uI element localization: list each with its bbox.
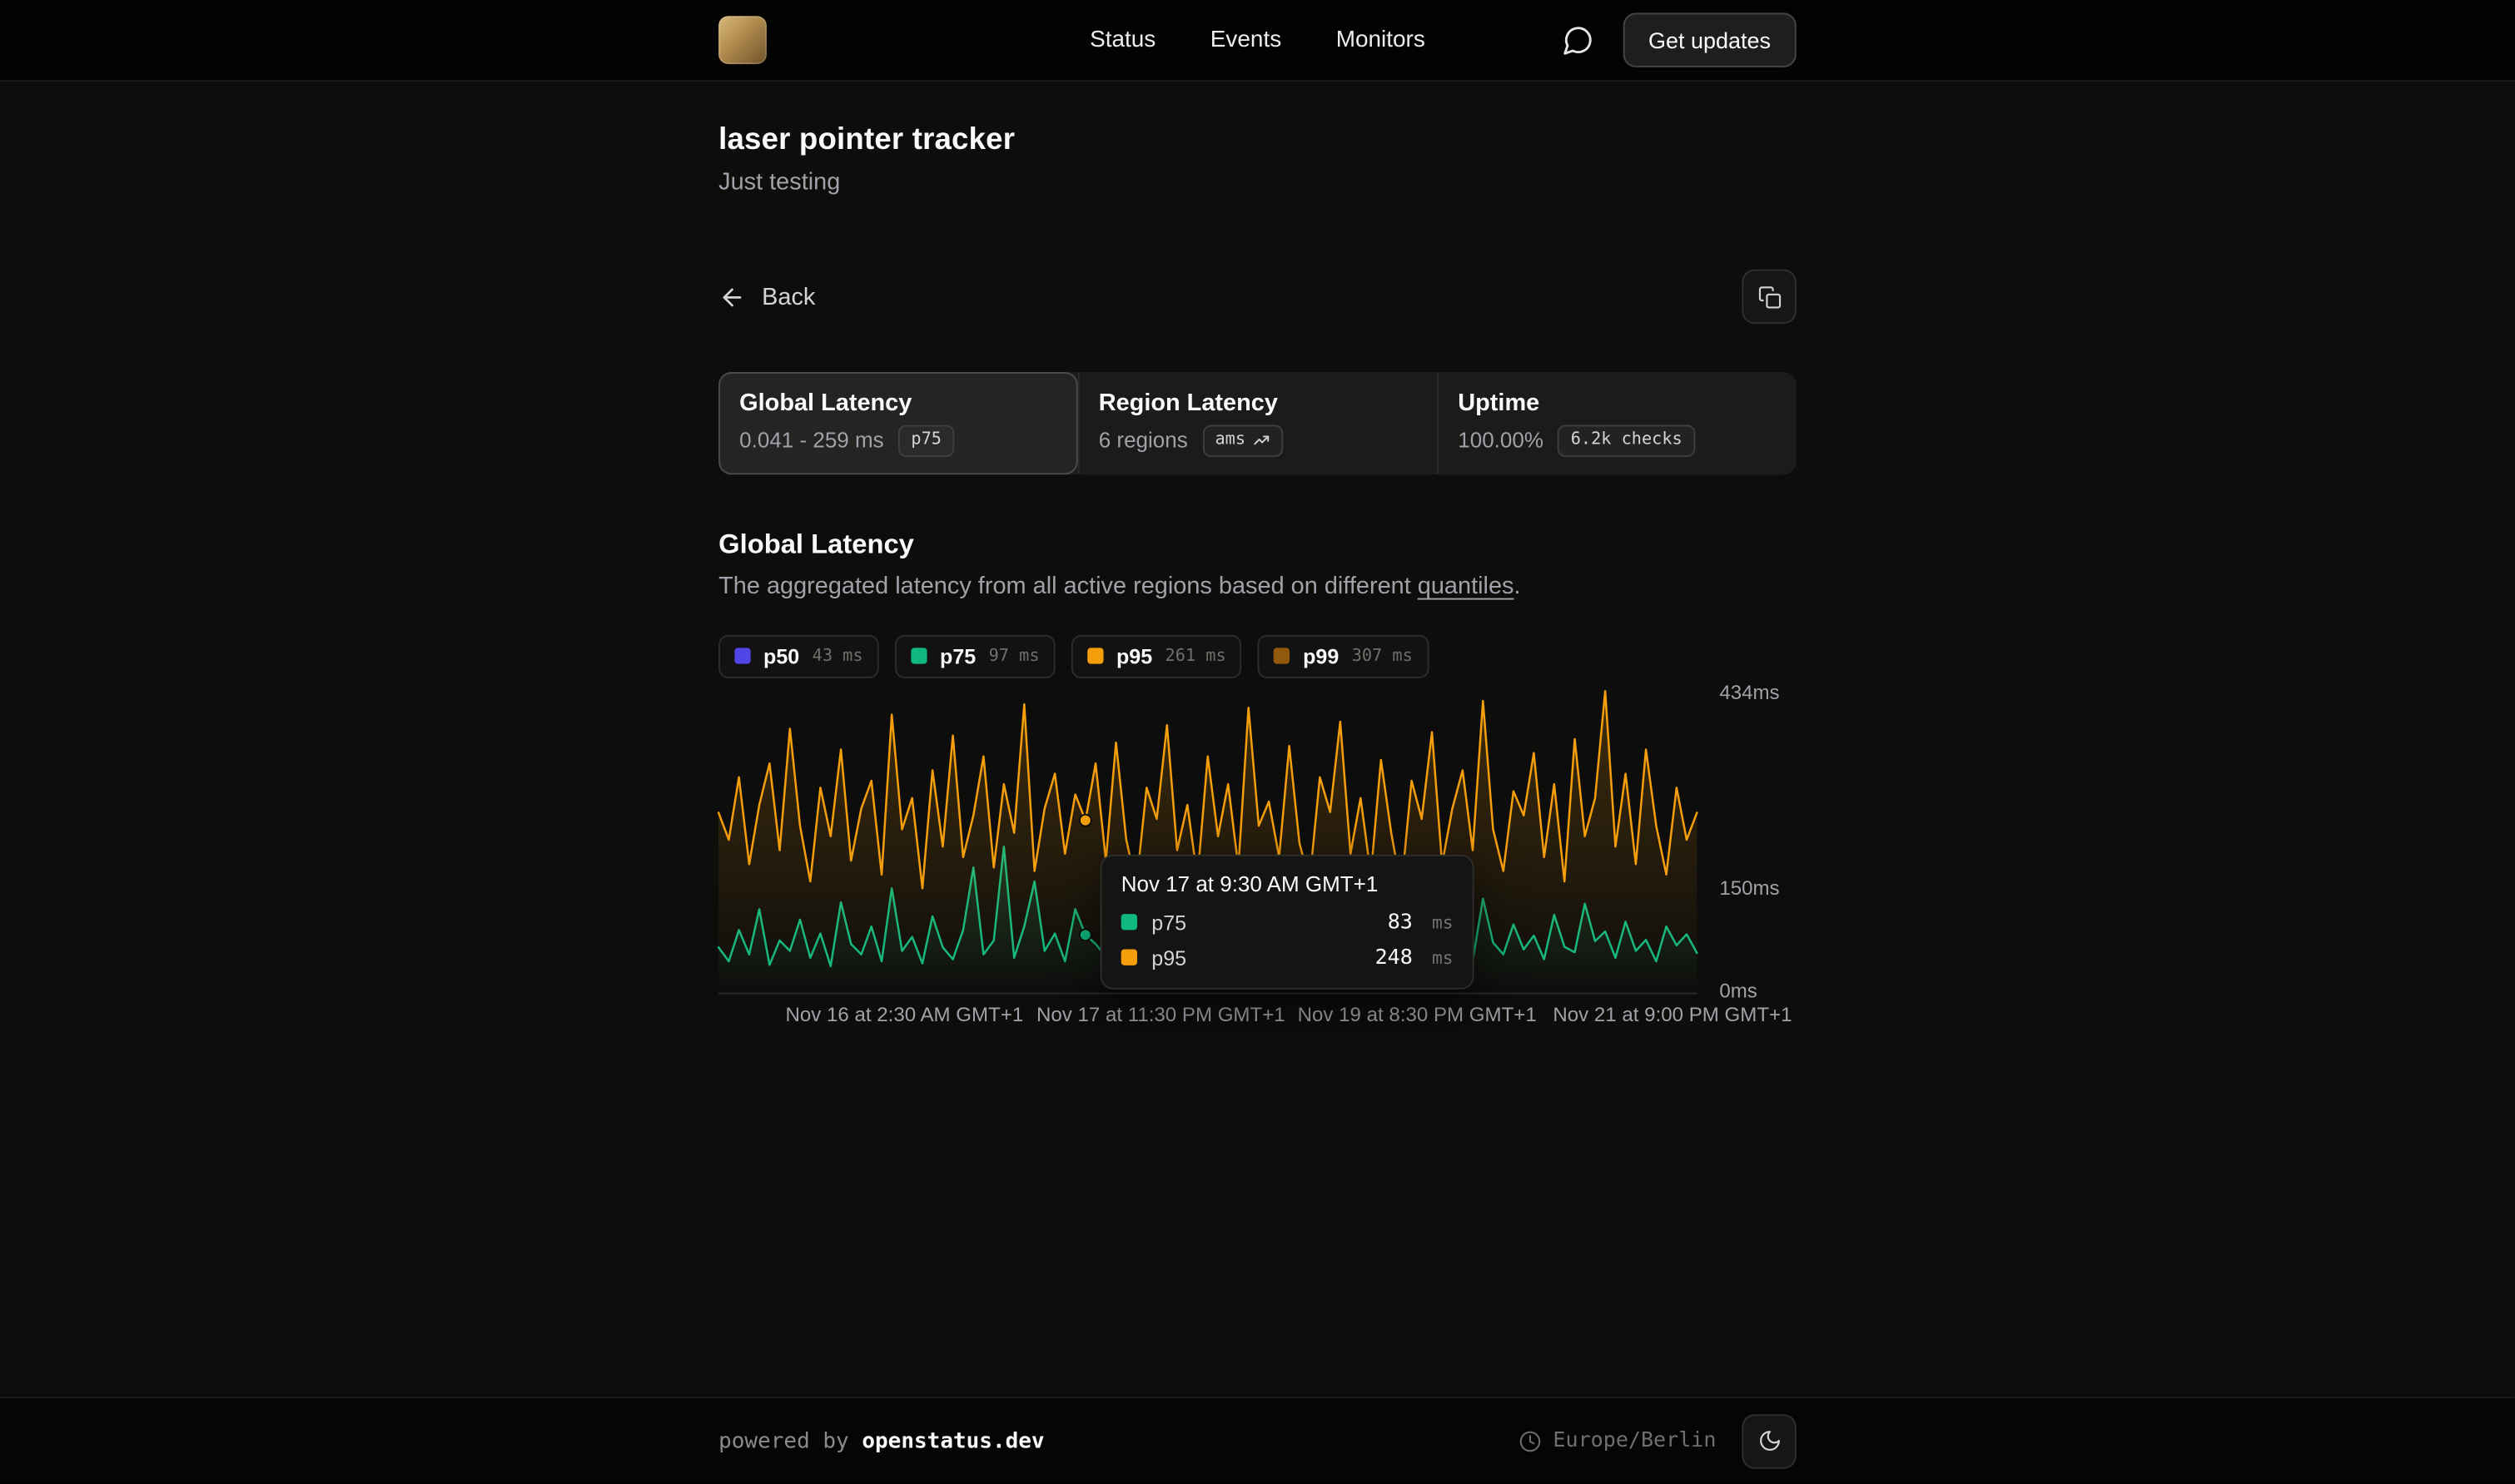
tab-title: Uptime	[1458, 390, 1775, 417]
x-tick: Nov 16 at 2:30 AM GMT+1	[785, 1003, 1023, 1025]
chat-bubble-icon	[1562, 24, 1594, 57]
nav-link-events[interactable]: Events	[1210, 27, 1281, 53]
section-title: Global Latency	[718, 529, 1797, 561]
nav-links: Status Events Monitors	[1090, 27, 1425, 53]
back-label: Back	[762, 283, 815, 310]
page: Status Events Monitors Get updates laser…	[0, 0, 2515, 1483]
tab-global-latency[interactable]: Global Latency 0.041 - 259 ms p75	[718, 372, 1078, 474]
metric-tabs: Global Latency 0.041 - 259 ms p75 Region…	[718, 372, 1797, 474]
copy-icon	[1757, 285, 1782, 309]
legend-chip-p95[interactable]: p95 261 ms	[1071, 634, 1242, 677]
get-updates-button[interactable]: Get updates	[1623, 12, 1797, 67]
p75-swatch	[1121, 914, 1137, 930]
x-axis: Nov 16 at 2:30 AM GMT+1 Nov 17 at 11:30 P…	[718, 1003, 1697, 1032]
section-description: The aggregated latency from all active r…	[718, 572, 1797, 599]
top-nav: Status Events Monitors Get updates	[0, 0, 2515, 82]
copy-button[interactable]	[1742, 270, 1797, 325]
openstatus-link[interactable]: openstatus.dev	[862, 1428, 1044, 1454]
arrow-left-icon	[718, 283, 746, 310]
nav-link-monitors[interactable]: Monitors	[1336, 27, 1425, 53]
moon-icon	[1757, 1429, 1782, 1453]
checks-badge: 6.2k checks	[1558, 425, 1695, 457]
theme-toggle-button[interactable]	[1742, 1413, 1797, 1468]
tooltip-row-p95: p95 248ms	[1121, 945, 1454, 970]
timezone: Europe/Berlin	[1519, 1429, 1716, 1453]
x-tick: Nov 19 at 8:30 PM GMT+1	[1298, 1003, 1537, 1025]
chart-legend: p50 43 ms p75 97 ms p95 261 ms	[718, 634, 1797, 677]
workspace-avatar[interactable]	[718, 16, 767, 64]
tooltip-row-p75: p75 83ms	[1121, 911, 1454, 935]
legend-chip-p50[interactable]: p50 43 ms	[718, 634, 879, 677]
nav-link-status[interactable]: Status	[1090, 27, 1156, 53]
chart-tooltip: Nov 17 at 9:30 AM GMT+1 p75 83ms p95 248…	[1101, 854, 1474, 989]
global-latency-section: Global Latency The aggregated latency fr…	[718, 529, 1797, 1032]
tooltip-title: Nov 17 at 9:30 AM GMT+1	[1121, 871, 1454, 896]
p75-badge: p75	[898, 425, 954, 457]
legend-chip-p99[interactable]: p99 307 ms	[1258, 634, 1429, 677]
x-tick: Nov 21 at 9:00 PM GMT+1	[1553, 1003, 1792, 1025]
p75-swatch	[911, 648, 927, 664]
tab-subtitle: 100.00%	[1458, 429, 1543, 453]
y-tick: 434ms	[1719, 681, 1779, 703]
quantiles-link[interactable]: quantiles	[1418, 572, 1514, 599]
tab-title: Global Latency	[739, 390, 1056, 417]
feedback-button[interactable]	[1562, 24, 1594, 57]
y-tick: 0ms	[1719, 979, 1757, 1001]
p99-swatch	[1274, 648, 1290, 664]
tab-region-latency[interactable]: Region Latency 6 regions ams	[1078, 372, 1438, 474]
p95-swatch	[1087, 648, 1103, 664]
powered-by: powered by openstatus.dev	[718, 1428, 1044, 1454]
region-badge: ams	[1202, 425, 1282, 457]
y-tick: 150ms	[1719, 876, 1779, 899]
main: laser pointer tracker Just testing Back	[0, 82, 2515, 1397]
tab-title: Region Latency	[1099, 390, 1416, 417]
tab-subtitle: 0.041 - 259 ms	[739, 429, 884, 453]
latency-chart[interactable]: Nov 17 at 9:30 AM GMT+1 p75 83ms p95 248…	[718, 691, 1797, 1032]
x-tick: Nov 17 at 11:30 PM GMT+1	[1036, 1003, 1285, 1025]
tab-uptime[interactable]: Uptime 100.00% 6.2k checks	[1437, 372, 1797, 474]
page-subtitle: Just testing	[718, 168, 1797, 196]
p95-swatch	[1121, 950, 1137, 965]
page-title: laser pointer tracker	[718, 123, 1797, 158]
y-axis: 434ms 150ms 0ms	[1719, 691, 1816, 992]
legend-chip-p75[interactable]: p75 97 ms	[895, 634, 1056, 677]
back-link[interactable]: Back	[718, 283, 815, 310]
clock-icon	[1519, 1430, 1542, 1452]
footer: powered by openstatus.dev Europe/Berlin	[0, 1397, 2515, 1483]
p50-swatch	[734, 648, 750, 664]
trend-up-icon	[1252, 432, 1270, 449]
tab-subtitle: 6 regions	[1099, 429, 1188, 453]
